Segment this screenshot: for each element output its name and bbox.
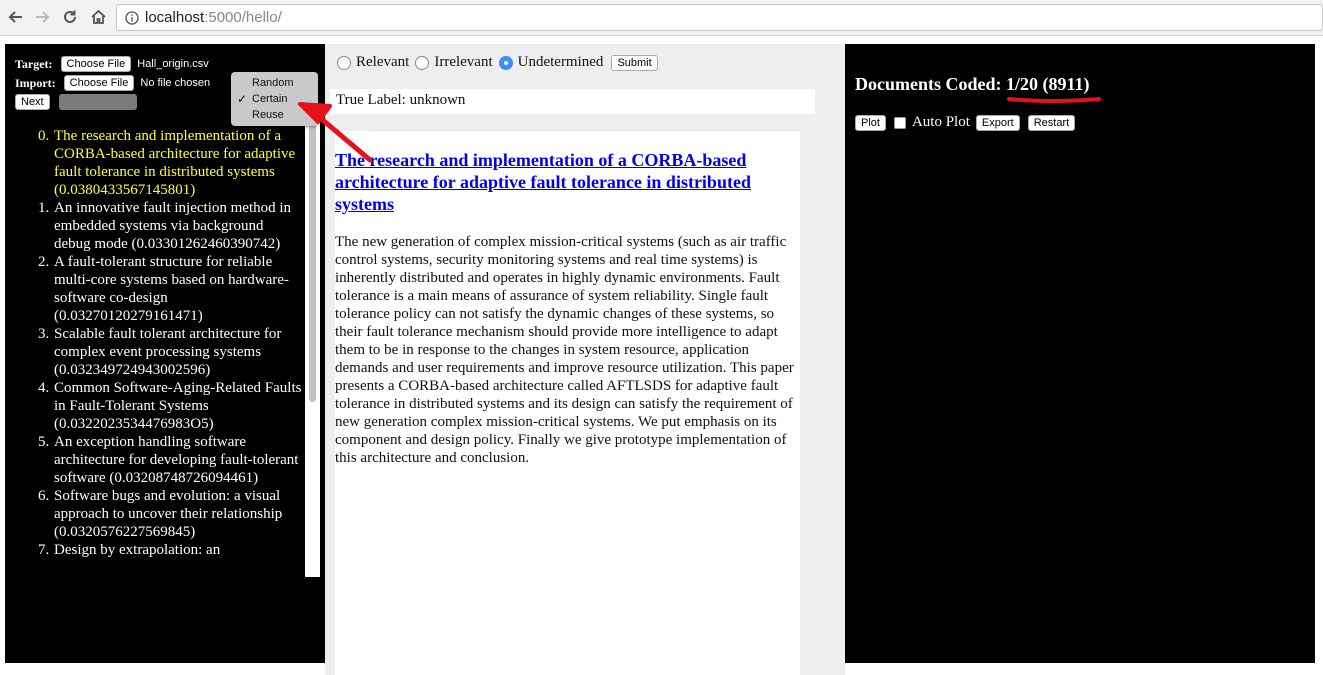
export-button[interactable]: Export [975,114,1020,131]
radio-undetermined[interactable] [498,55,513,70]
list-item-text: A fault-tolerant structure for reliable … [54,254,289,324]
back-arrow-icon[interactable] [5,6,27,28]
list-item-number: 0. [38,128,50,144]
list-item-number: 2. [38,254,50,270]
list-item[interactable]: 3. Scalable fault tolerant architecture f… [38,325,303,379]
list-item-text: Software bugs and evolution: a visual ap… [54,488,283,540]
import-row: Import: Choose File No file chosen [15,75,210,91]
right-panel: Documents Coded: 1/20 (8911) Plot Auto P… [845,44,1315,663]
home-icon[interactable] [87,6,109,28]
import-label: Import: [15,75,56,90]
list-item[interactable]: 6. Software bugs and evolution: a visual … [38,487,303,541]
radio-irrelevant[interactable] [415,55,430,70]
url-text: localhost:5000/hello/ [145,9,282,26]
true-label: True Label: unknown [330,89,815,114]
target-row: Target: Choose File Hall_origin.csv [15,56,209,72]
radio-relevant[interactable] [337,55,351,70]
auto-plot-checkbox[interactable] [893,116,906,129]
forward-arrow-icon[interactable] [31,6,53,28]
dropdown-option-random[interactable]: Random [231,75,318,91]
list-item[interactable]: 2. A fault-tolerant structure for reliabl… [38,253,303,325]
reload-icon[interactable] [59,6,81,28]
list-item[interactable]: 0. The research and implementation of a C… [38,127,303,199]
scrollbar-thumb[interactable] [309,112,316,402]
restart-button[interactable]: Restart [1027,114,1076,131]
list-item-text: Scalable fault tolerant architecture for… [54,326,282,378]
target-label: Target: [15,56,53,71]
plot-controls: Plot Auto Plot Export Restart [855,114,1083,131]
list-item-number: 4. [38,380,50,396]
list-item-text: Design by extrapolation: an [54,542,221,558]
documents-coded-label: Documents Coded: [855,74,1002,94]
list-item-text: The research and implementation of a COR… [54,128,296,198]
list-item-text: An exception handling software architect… [54,434,299,486]
document-abstract: The new generation of complex mission-cr… [335,234,794,466]
auto-plot-label: Auto Plot [911,114,970,130]
next-button[interactable]: Next [15,94,50,110]
method-dropdown-menu: Random ✓ Certain Reuse [231,72,318,126]
document-title-link[interactable]: The research and implementation of a COR… [335,149,775,215]
target-file-name: Hall_origin.csv [137,58,209,70]
documents-coded-value: 1/20 (8911) [1006,74,1090,94]
address-bar[interactable]: localhost:5000/hello/ [116,4,1323,31]
dropdown-option-reuse[interactable]: Reuse [231,107,318,123]
radio-undetermined-label: Undetermined [517,54,604,70]
document-view: The research and implementation of a COR… [335,131,800,675]
list-item[interactable]: 4. Common Software-Aging-Related Faults i… [38,379,303,433]
next-row: Next [15,94,50,110]
import-file-name: No file chosen [140,77,211,89]
list-item[interactable]: 1. An innovative fault injection method i… [38,199,303,253]
label-radio-group: Relevant Irrelevant Undetermined Submit [337,54,658,71]
documents-coded: Documents Coded: 1/20 (8911) [855,74,1090,95]
target-choose-file-button[interactable]: Choose File [60,56,132,72]
radio-irrelevant-label: Irrelevant [434,54,493,70]
list-item[interactable]: 5. An exception handling software archite… [38,433,303,487]
plot-button[interactable]: Plot [855,114,886,131]
submit-button[interactable]: Submit [611,54,658,71]
browser-toolbar: localhost:5000/hello/ [0,0,1323,36]
list-item-number: 3. [38,326,50,342]
list-item-number: 5. [38,434,50,450]
check-mark-icon: ✓ [237,92,248,106]
list-item-text: An innovative fault injection method in … [54,200,292,252]
list-item-number: 7. [38,542,50,558]
list-item-text: Common Software-Aging-Related Faults in … [54,380,302,432]
left-panel: Target: Choose File Hall_origin.csv Impo… [5,44,325,663]
list-item-number: 6. [38,488,50,504]
import-choose-file-button[interactable]: Choose File [63,75,135,91]
list-scrollbar[interactable] [305,109,320,577]
dropdown-option-certain[interactable]: ✓ Certain [231,91,318,107]
method-select[interactable] [59,94,137,110]
list-item-number: 1. [38,200,50,216]
info-icon[interactable] [125,11,139,30]
middle-panel: Relevant Irrelevant Undetermined Submit … [325,44,845,675]
radio-relevant-label: Relevant [356,54,410,70]
document-list: 0. The research and implementation of a C… [38,127,303,577]
list-item[interactable]: 7. Design by extrapolation: an [38,541,303,559]
